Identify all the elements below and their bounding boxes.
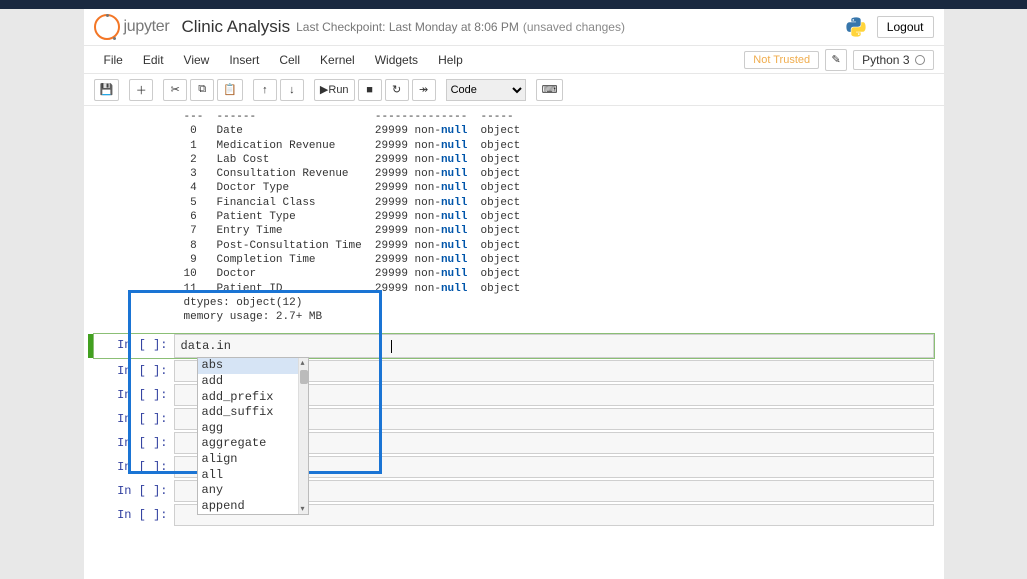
unsaved-indicator: (unsaved changes) (523, 20, 625, 34)
menu-file[interactable]: File (94, 48, 133, 72)
jupyter-icon (94, 14, 120, 40)
cell-prompt: In [ ]: (94, 504, 174, 526)
move-down-button[interactable]: ↓ (280, 79, 304, 101)
add-cell-button[interactable]: ＋ (129, 79, 153, 101)
kernel-status-icon (915, 55, 925, 65)
autocomplete-option[interactable]: add_prefix (198, 390, 308, 406)
cell-prompt: In [ ]: (94, 334, 174, 358)
cell-input[interactable]: data.in absaddadd_prefixadd_suffixaggagg… (174, 334, 934, 358)
kernel-indicator[interactable]: Python 3 (853, 50, 933, 70)
menu-widgets[interactable]: Widgets (365, 48, 428, 72)
notebook-name[interactable]: Clinic Analysis (181, 17, 290, 37)
cell-prompt: In [ ]: (94, 432, 174, 454)
cell-prompt: In [ ]: (94, 384, 174, 406)
cell-prompt: In [ ]: (94, 360, 174, 382)
cut-button[interactable]: ✂ (163, 79, 187, 101)
edit-icon[interactable]: ✎ (825, 49, 847, 71)
cell-prompt: In [ ]: (94, 456, 174, 478)
not-trusted-badge[interactable]: Not Trusted (744, 51, 819, 69)
run-label: Run (328, 84, 348, 96)
run-button[interactable]: ▶ Run (314, 79, 355, 101)
autocomplete-option[interactable]: append (198, 499, 308, 515)
save-button[interactable]: 💾 (94, 79, 120, 101)
autocomplete-option[interactable]: agg (198, 421, 308, 437)
menu-cell[interactable]: Cell (269, 48, 310, 72)
cell-prompt: In [ ]: (94, 408, 174, 430)
restart-run-button[interactable]: ↠ (412, 79, 436, 101)
stop-button[interactable]: ■ (358, 79, 382, 101)
menu-kernel[interactable]: Kernel (310, 48, 365, 72)
text-cursor (391, 340, 392, 353)
autocomplete-popup[interactable]: absaddadd_prefixadd_suffixaggaggregateal… (197, 357, 309, 515)
python-icon (845, 16, 867, 38)
jupyter-logo[interactable]: jupyter (94, 14, 170, 40)
autocomplete-option[interactable]: aggregate (198, 436, 308, 452)
autocomplete-option[interactable]: abs (198, 358, 308, 374)
paste-button[interactable]: 📋 (217, 79, 243, 101)
jupyter-logo-text: jupyter (124, 18, 170, 36)
notebook-container: --- ------ -------------- ----- 0 Date 2… (84, 106, 944, 548)
menu-insert[interactable]: Insert (219, 48, 269, 72)
scroll-thumb[interactable] (300, 370, 308, 384)
checkpoint-info: Last Checkpoint: Last Monday at 8:06 PM (296, 20, 519, 34)
header: jupyter Clinic Analysis Last Checkpoint:… (84, 9, 944, 46)
autocomplete-option[interactable]: any (198, 483, 308, 499)
scroll-down-arrow[interactable]: ▾ (301, 504, 305, 514)
autocomplete-option[interactable]: add_suffix (198, 405, 308, 421)
autocomplete-option[interactable]: all (198, 468, 308, 484)
menu-view[interactable]: View (174, 48, 220, 72)
output-area: --- ------ -------------- ----- 0 Date 2… (84, 110, 944, 332)
kernel-name: Python 3 (862, 53, 909, 67)
menu-help[interactable]: Help (428, 48, 473, 72)
notebook-page: jupyter Clinic Analysis Last Checkpoint:… (84, 9, 944, 579)
menu-edit[interactable]: Edit (133, 48, 174, 72)
celltype-select[interactable]: Code (446, 79, 526, 101)
scroll-up-arrow[interactable]: ▴ (301, 358, 305, 368)
code-text: data.in (181, 339, 231, 353)
menu-bar: File Edit View Insert Cell Kernel Widget… (84, 46, 944, 74)
logout-button[interactable]: Logout (877, 16, 934, 38)
command-palette-button[interactable]: ⌨ (536, 79, 564, 101)
autocomplete-option[interactable]: add (198, 374, 308, 390)
restart-button[interactable]: ↻ (385, 79, 409, 101)
code-cell-active[interactable]: In [ ]: data.in absaddadd_prefixadd_suff… (94, 334, 934, 358)
copy-button[interactable]: ⧉ (190, 79, 214, 101)
autocomplete-scrollbar[interactable]: ▴ ▾ (298, 358, 308, 514)
cell-prompt: In [ ]: (94, 480, 174, 502)
move-up-button[interactable]: ↑ (253, 79, 277, 101)
autocomplete-option[interactable]: align (198, 452, 308, 468)
toolbar: 💾 ＋ ✂ ⧉ 📋 ↑ ↓ ▶ Run ■ ↻ ↠ Code ⌨ (84, 74, 944, 106)
browser-chrome-bar (0, 0, 1027, 9)
